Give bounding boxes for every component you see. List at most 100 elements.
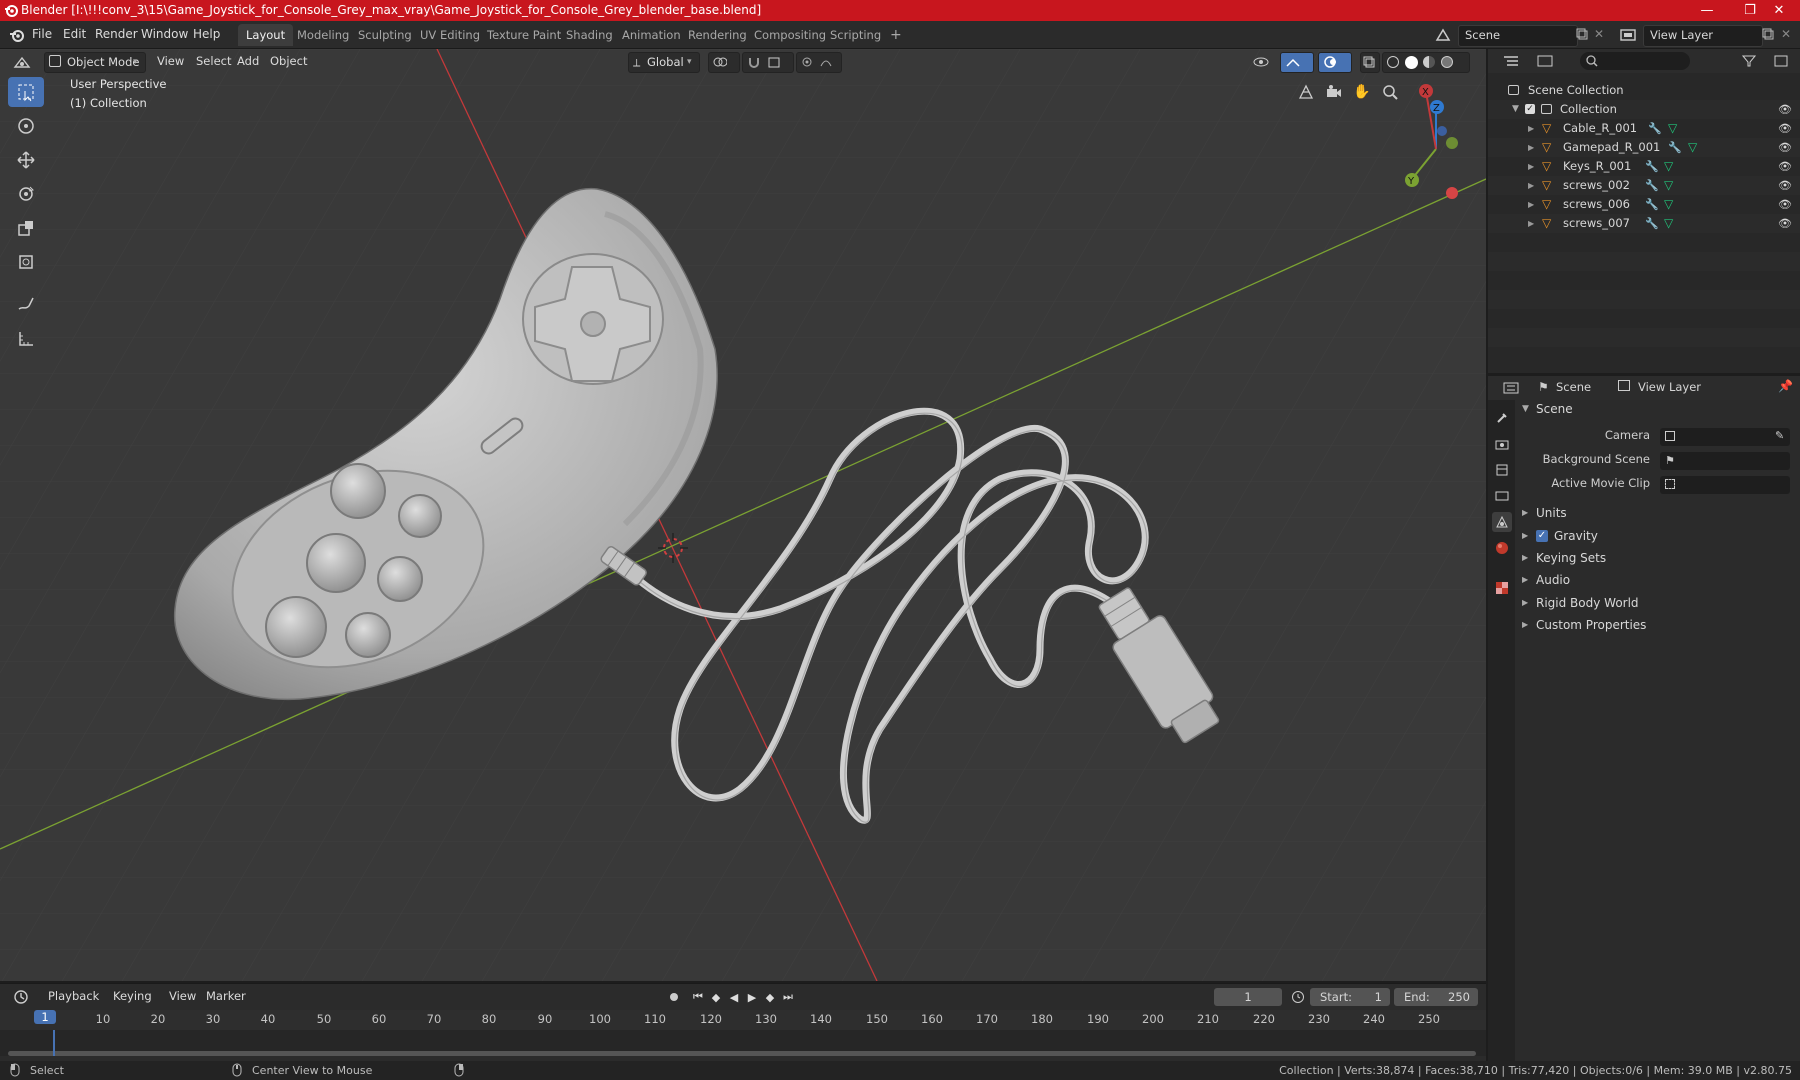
chevron-right-icon[interactable]: ▶ — [1522, 592, 1528, 614]
world-tab-icon[interactable] — [1492, 538, 1512, 558]
new-scene-icon[interactable] — [1574, 26, 1590, 42]
close-button[interactable]: ✕ — [1758, 0, 1800, 21]
camera-view-icon[interactable] — [1321, 79, 1347, 105]
next-keyframe-icon[interactable]: ◆ — [762, 989, 778, 1005]
custom-properties-panel-header[interactable]: ▶ Custom Properties — [1516, 614, 1796, 636]
output-tab-icon[interactable] — [1492, 460, 1512, 480]
outliner-scene-collection[interactable]: Scene Collection — [1488, 81, 1800, 100]
tab-uv-editing[interactable]: UV Editing — [412, 24, 488, 46]
outliner-object[interactable]: ▶ ▽ screws_006 🔧 ▽ 👁 — [1488, 195, 1800, 214]
eye-icon[interactable]: 👁 — [1778, 214, 1792, 233]
select-menu[interactable]: Select — [192, 52, 235, 71]
scene-props-tab-icon[interactable] — [1492, 512, 1512, 532]
snapping-toggle[interactable] — [742, 52, 794, 73]
background-scene-field[interactable]: ⚑ — [1660, 452, 1790, 470]
chevron-right-icon[interactable]: ▶ — [1528, 195, 1534, 214]
eye-icon[interactable]: 👁 — [1778, 138, 1792, 157]
texture-tab-icon[interactable] — [1492, 578, 1512, 598]
remove-scene-icon[interactable]: ✕ — [1591, 26, 1607, 42]
outliner-object[interactable]: ▶ ▽ screws_002 🔧 ▽ 👁 — [1488, 176, 1800, 195]
tab-compositing[interactable]: Compositing — [746, 24, 834, 46]
object-mode-dropdown[interactable]: Object Mode ▾ — [44, 52, 146, 73]
new-view-layer-icon[interactable] — [1760, 26, 1776, 42]
gravity-panel-header[interactable]: ▶ ✓ Gravity — [1516, 525, 1796, 547]
outliner-object[interactable]: ▶ ▽ screws_007 🔧 ▽ 👁 — [1488, 214, 1800, 233]
select-box-tool[interactable] — [8, 77, 44, 107]
transform-orientation-dropdown[interactable]: ⟂ Global ▾ — [628, 52, 700, 73]
display-mode-icon[interactable] — [1530, 52, 1560, 70]
tab-rendering[interactable]: Rendering — [680, 24, 755, 46]
view-layer-icon[interactable] — [1617, 25, 1639, 45]
view-menu[interactable]: View — [153, 52, 188, 71]
mesh-data-icon[interactable]: ▽ — [1668, 119, 1677, 138]
jump-start-icon[interactable]: ⏮ — [690, 989, 706, 1005]
menu-window[interactable]: Window — [141, 27, 188, 41]
view-layer-tab-icon[interactable] — [1492, 486, 1512, 506]
blender-menu-icon[interactable] — [8, 26, 26, 44]
mesh-data-icon[interactable]: ▽ — [1664, 157, 1673, 176]
rigid-body-world-panel-header[interactable]: ▶ Rigid Body World — [1516, 592, 1796, 614]
cursor-tool[interactable] — [8, 111, 44, 141]
eye-icon[interactable]: 👁 — [1778, 176, 1792, 195]
menu-edit[interactable]: Edit — [63, 27, 86, 41]
eye-icon[interactable]: 👁 — [1778, 119, 1792, 138]
tab-sculpting[interactable]: Sculpting — [350, 24, 420, 46]
remove-view-layer-icon[interactable]: ✕ — [1778, 26, 1794, 42]
keying-menu[interactable]: Keying — [109, 987, 156, 1006]
chevron-right-icon[interactable]: ▶ — [1522, 569, 1528, 591]
mesh-data-icon[interactable]: ▽ — [1664, 195, 1673, 214]
eye-icon[interactable]: 👁 — [1778, 195, 1792, 214]
tab-animation[interactable]: Animation — [614, 24, 689, 46]
chevron-right-icon[interactable]: ▶ — [1528, 138, 1534, 157]
editor-type-icon[interactable] — [8, 52, 36, 71]
gravity-checkbox[interactable]: ✓ — [1536, 530, 1548, 542]
modifier-wrench-icon[interactable]: 🔧 — [1645, 214, 1659, 233]
pin-icon[interactable]: 📌 — [1778, 379, 1793, 393]
timeline-editor-icon[interactable] — [8, 988, 36, 1006]
transform-tool[interactable] — [8, 247, 44, 277]
collection-checkbox[interactable]: ✓ — [1525, 104, 1535, 114]
record-icon[interactable] — [666, 989, 682, 1005]
add-workspace-button[interactable]: + — [882, 24, 910, 46]
chevron-right-icon[interactable]: ▶ — [1522, 525, 1528, 547]
chevron-right-icon[interactable]: ▶ — [1528, 176, 1534, 195]
xray-toggle[interactable] — [1360, 52, 1380, 73]
pan-view-icon[interactable]: ✋ — [1349, 79, 1375, 105]
end-frame-field[interactable]: End: 250 — [1394, 988, 1478, 1006]
properties-editor-icon[interactable] — [1496, 379, 1526, 397]
playhead-line[interactable] — [53, 1030, 55, 1056]
scene-panel-header[interactable]: ▼ Scene — [1516, 398, 1796, 420]
visibility-toggle-icon[interactable] — [1246, 52, 1278, 71]
modifier-wrench-icon[interactable]: 🔧 — [1645, 176, 1659, 195]
camera-field[interactable]: ✎ — [1660, 428, 1790, 446]
view-layer-selector[interactable]: View Layer — [1643, 25, 1763, 47]
tab-texture-paint[interactable]: Texture Paint — [479, 24, 569, 46]
solid-shading-icon[interactable] — [1405, 56, 1418, 69]
pivot-point-dropdown[interactable] — [708, 52, 740, 73]
menu-render[interactable]: Render — [95, 27, 138, 41]
scene-icon[interactable] — [1432, 25, 1454, 45]
modifier-wrench-icon[interactable]: 🔧 — [1645, 157, 1659, 176]
jump-end-icon[interactable]: ⏭ — [780, 989, 796, 1005]
wireframe-shading-icon[interactable] — [1387, 56, 1399, 68]
chevron-right-icon[interactable]: ▶ — [1522, 502, 1528, 524]
3d-viewport[interactable]: Z Y X User Perspective (1) Collection ✋ — [0, 49, 1486, 981]
keying-sets-panel-header[interactable]: ▶ Keying Sets — [1516, 547, 1796, 569]
view-layer-tab[interactable]: View Layer — [1638, 380, 1701, 394]
eyedropper-icon[interactable]: ✎ — [1775, 429, 1784, 442]
active-movie-clip-field[interactable] — [1660, 476, 1790, 494]
playback-menu[interactable]: Playback — [44, 987, 103, 1006]
modifier-wrench-icon[interactable]: 🔧 — [1668, 138, 1682, 157]
outliner-search-input[interactable] — [1580, 52, 1690, 70]
filter-icon[interactable] — [1734, 52, 1764, 70]
add-menu[interactable]: Add — [233, 52, 263, 71]
toggle-ortho-icon[interactable] — [1293, 79, 1319, 105]
clock-icon[interactable] — [1290, 989, 1306, 1005]
gizmo-toggle[interactable] — [1280, 52, 1314, 73]
overlay-toggle[interactable] — [1318, 52, 1352, 73]
scale-tool[interactable] — [8, 213, 44, 243]
tab-layout[interactable]: Layout — [238, 24, 294, 46]
mesh-data-icon[interactable]: ▽ — [1664, 214, 1673, 233]
render-tab-icon[interactable] — [1492, 434, 1512, 454]
chevron-right-icon[interactable]: ▶ — [1528, 214, 1534, 233]
